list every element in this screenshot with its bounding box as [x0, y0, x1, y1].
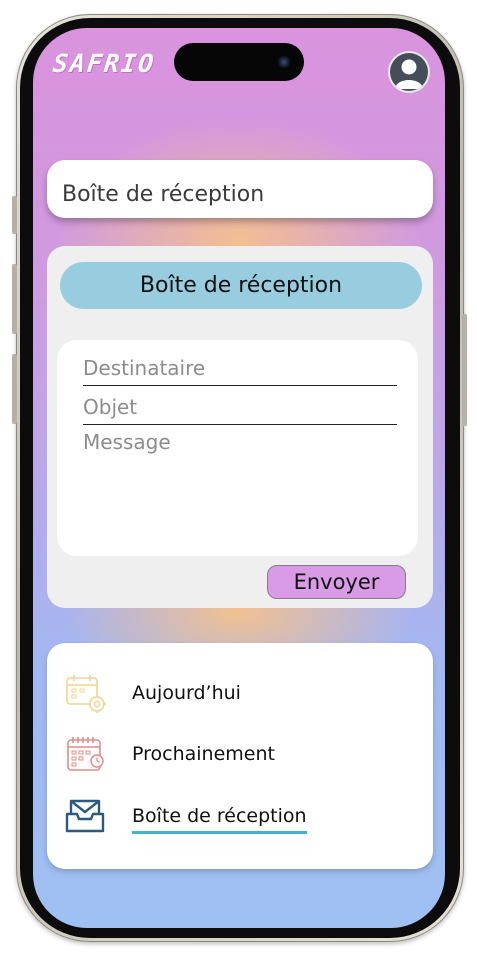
nav-item-label: Boîte de réception [132, 805, 307, 834]
volume-down-button [12, 354, 17, 424]
compose-panel: Boîte de réception Envoyer [47, 246, 433, 608]
nav-item-label: Prochainement [132, 743, 275, 765]
user-avatar-icon[interactable] [390, 53, 428, 91]
compose-header: Boîte de réception [60, 262, 422, 309]
compose-form [57, 340, 418, 556]
nav-item-upcoming[interactable]: Prochainement [61, 731, 401, 779]
send-button[interactable]: Envoyer [267, 565, 406, 599]
dynamic-island [174, 43, 304, 81]
recipient-input[interactable] [83, 353, 397, 386]
calendar-clock-icon [61, 731, 109, 779]
subject-input[interactable] [83, 392, 397, 425]
inbox-icon [61, 793, 109, 841]
nav-item-inbox[interactable]: Boîte de réception [61, 793, 401, 841]
action-button [12, 196, 17, 234]
nav-item-today[interactable]: Aujourd’hui [61, 670, 401, 718]
volume-up-button [12, 264, 17, 334]
page-title-card: Boîte de réception [47, 160, 433, 218]
calendar-gear-icon [61, 670, 109, 718]
page-title: Boîte de réception [62, 182, 265, 207]
message-textarea[interactable] [83, 430, 397, 542]
app-screen: SAFRIO Boîte de réception Boîte de récep… [33, 28, 445, 928]
navigation-card: Aujourd’hui Prochainement Boîte de récep… [47, 643, 433, 869]
nav-item-label: Aujourd’hui [132, 682, 241, 704]
power-button [462, 314, 467, 426]
camera-icon [278, 56, 290, 68]
app-logo: SAFRIO [51, 49, 157, 78]
